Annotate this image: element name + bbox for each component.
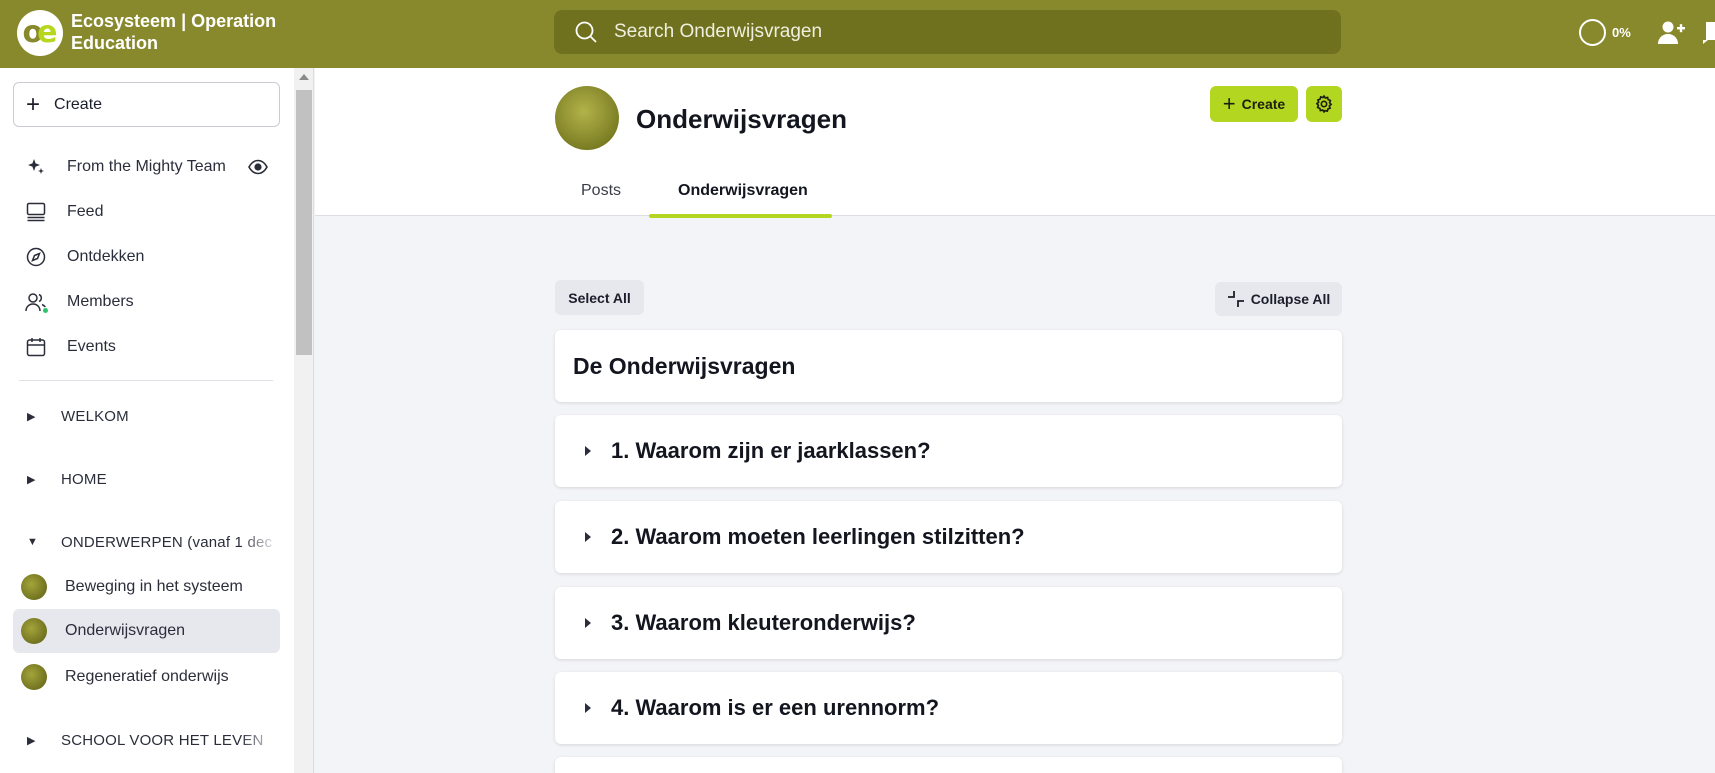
sidebar-space-beweging[interactable]: Beweging in het systeem [13, 565, 280, 609]
sidebar-item-label: Regeneratief onderwijs [65, 668, 229, 685]
top-bar: oe Ecosysteem | Operation Education 0% [0, 0, 1715, 68]
sidebar: + Create From the Mighty Team Feed Ontde… [0, 68, 294, 773]
sidebar-section-welkom[interactable]: ▶ WELKOM [13, 396, 280, 436]
list-item-title: 3. Waarom kleuteronderwijs? [611, 610, 916, 635]
caret-right-icon[interactable] [585, 703, 591, 713]
app-logo[interactable]: oe [17, 10, 63, 56]
search-bar[interactable] [554, 10, 1341, 54]
space-header [315, 68, 1715, 216]
collapse-icon [1227, 291, 1244, 307]
sidebar-space-onderwijsvragen[interactable]: Onderwijsvragen [13, 609, 280, 653]
content-heading: De Onderwijsvragen [573, 352, 796, 379]
sidebar-section-home[interactable]: ▶ HOME [13, 459, 280, 499]
sidebar-section-label: HOME [61, 470, 107, 488]
sidebar-item-events[interactable]: Events [13, 325, 280, 369]
sidebar-item-label: Feed [67, 203, 104, 220]
progress-ring-icon [1579, 19, 1606, 46]
app-title[interactable]: Ecosysteem | Operation Education [71, 10, 291, 54]
members-icon [25, 291, 49, 314]
caret-down-icon: ▼ [27, 536, 39, 548]
add-member-icon[interactable] [1656, 18, 1686, 48]
content-heading-card: De Onderwijsvragen [555, 330, 1342, 402]
sidebar-create-button[interactable]: + Create [13, 82, 280, 127]
select-all-button[interactable]: Select All [555, 280, 644, 315]
progress-label: 0% [1612, 25, 1631, 40]
search-input[interactable] [614, 21, 1314, 43]
calendar-icon [25, 336, 47, 358]
compass-icon [25, 246, 47, 268]
sidebar-item-label: Beweging in het systeem [65, 578, 243, 595]
sidebar-scrollbar[interactable] [294, 68, 314, 773]
list-item[interactable]: 2. Waarom moeten leerlingen stilzitten? [555, 501, 1342, 573]
collapse-all-label: Collapse All [1250, 291, 1331, 307]
sidebar-section-label: SCHOOL VOOR HET LEVEN [61, 731, 264, 749]
caret-right-icon: ▶ [27, 410, 36, 423]
list-item-title: 4. Waarom is er een urennorm? [611, 695, 940, 720]
tab-onderwijsvragen[interactable]: Onderwijsvragen [678, 182, 808, 200]
collapse-all-button[interactable]: Collapse All [1215, 282, 1342, 316]
sidebar-item-label: Events [67, 338, 116, 355]
text-fade [240, 522, 280, 562]
caret-right-icon[interactable] [585, 618, 591, 628]
sidebar-item-ontdekken[interactable]: Ontdekken [13, 235, 280, 279]
sidebar-item-feed[interactable]: Feed [13, 190, 280, 234]
text-fade [240, 720, 280, 760]
sidebar-item-mighty-team[interactable]: From the Mighty Team [13, 145, 280, 189]
tab-posts[interactable]: Posts [581, 182, 621, 200]
caret-right-icon[interactable] [585, 446, 591, 456]
chat-icon[interactable] [1700, 18, 1715, 48]
create-button[interactable]: + Create [1210, 86, 1298, 122]
logo-mark: oe [22, 15, 58, 50]
space-title: Onderwijsvragen [636, 104, 847, 134]
sidebar-item-label: From the Mighty Team [67, 158, 226, 175]
sparkle-icon [25, 156, 47, 178]
caret-right-icon: ▶ [27, 734, 36, 747]
search-icon [575, 21, 597, 43]
scroll-thumb[interactable] [296, 90, 312, 355]
list-item-title: 2. Waarom moeten leerlingen stilzitten? [611, 524, 1025, 549]
list-item[interactable]: 3. Waarom kleuteronderwijs? [555, 587, 1342, 659]
scroll-up-arrow-icon[interactable] [299, 74, 309, 80]
sidebar-item-members[interactable]: Members [13, 280, 280, 324]
sidebar-divider [19, 380, 273, 381]
sidebar-section-school[interactable]: ▶ SCHOOL VOOR HET LEVEN [13, 720, 280, 760]
list-item-partial[interactable] [555, 757, 1342, 773]
space-avatar [21, 574, 47, 600]
sidebar-item-label: Ontdekken [67, 248, 145, 265]
list-item[interactable]: 1. Waarom zijn er jaarklassen? [555, 415, 1342, 487]
sidebar-create-label: Create [54, 95, 103, 113]
plus-icon: + [26, 90, 41, 118]
active-tab-indicator [649, 214, 832, 218]
gear-icon [1315, 94, 1333, 114]
plus-icon: + [1222, 91, 1236, 116]
sidebar-item-label: Onderwijsvragen [65, 622, 186, 639]
sidebar-section-label: WELKOM [61, 407, 129, 425]
eye-icon[interactable] [248, 157, 268, 177]
space-avatar [21, 618, 47, 644]
feed-icon [25, 201, 47, 223]
space-avatar-large [555, 86, 619, 150]
sidebar-space-regeneratief[interactable]: Regeneratief onderwijs [13, 655, 280, 699]
sidebar-section-onderwerpen[interactable]: ▼ ONDERWERPEN (vanaf 1 dec [13, 522, 280, 562]
sidebar-item-label: Members [67, 293, 134, 310]
list-item[interactable]: 4. Waarom is er een urennorm? [555, 672, 1342, 744]
create-button-label: Create [1241, 96, 1286, 112]
list-item-title: 1. Waarom zijn er jaarklassen? [611, 438, 931, 463]
online-indicator [42, 307, 49, 314]
caret-right-icon: ▶ [27, 473, 36, 486]
caret-right-icon[interactable] [585, 532, 591, 542]
space-avatar [21, 664, 47, 690]
settings-button[interactable] [1306, 86, 1342, 122]
progress-indicator[interactable]: 0% [1579, 19, 1631, 46]
